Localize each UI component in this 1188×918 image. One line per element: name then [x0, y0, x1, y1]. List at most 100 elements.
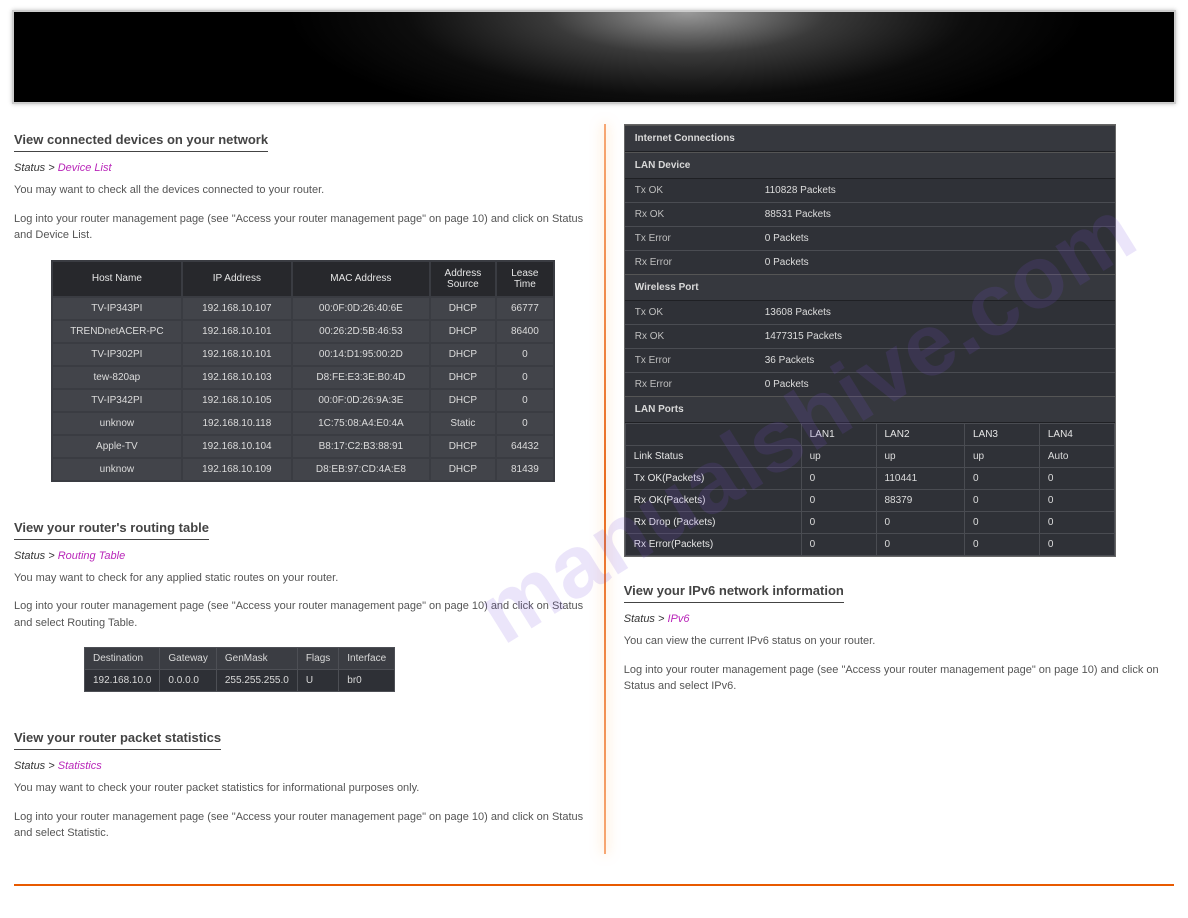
lan-device-value: 0 Packets	[755, 227, 1115, 250]
cell-lease: 81439	[497, 459, 553, 480]
ipv6-desc1: You can view the current IPv6 status on …	[624, 633, 1174, 650]
rt-mask: 255.255.255.0	[216, 670, 297, 692]
nav-highlight: Statistics	[58, 760, 102, 772]
lan-port-cell: 0	[964, 468, 1039, 490]
col-src: Address Source	[431, 262, 495, 296]
wireless-value: 0 Packets	[755, 373, 1115, 396]
lan-device-label: Rx Error	[625, 251, 755, 274]
section-title-ipv6: View your IPv6 network information	[624, 581, 844, 603]
lan-port-cell: Auto	[1039, 446, 1114, 468]
cell-src: Static	[431, 413, 495, 434]
lan-port-cell: 0	[801, 468, 876, 490]
cell-lease: 0	[497, 390, 553, 411]
wireless-value: 13608 Packets	[755, 301, 1115, 324]
lan-device-label: Tx Error	[625, 227, 755, 250]
devices-table: Host Name IP Address MAC Address Address…	[51, 260, 555, 482]
devices-desc2: Log into your router management page (se…	[14, 211, 592, 244]
cell-mac: 00:26:2D:5B:46:53	[293, 321, 429, 342]
cell-mac: 00:14:D1:95:00:2D	[293, 344, 429, 365]
cell-host: unknow	[53, 413, 181, 434]
lan-port-rowlabel: Link Status	[625, 446, 801, 468]
table-row: TV-IP302PI192.168.10.10100:14:D1:95:00:2…	[53, 344, 553, 365]
lan-port-col: LAN4	[1039, 424, 1114, 446]
left-column: View connected devices on your network S…	[14, 124, 604, 854]
rt-col-gw: Gateway	[160, 648, 216, 670]
routing-desc2: Log into your router management page (se…	[14, 598, 592, 631]
wireless-value: 1477315 Packets	[755, 325, 1115, 348]
nav-highlight: Device List	[58, 162, 112, 174]
lan-ports-table: LAN1LAN2LAN3LAN4 Link StatusupupupAutoTx…	[625, 423, 1115, 556]
page-columns: View connected devices on your network S…	[14, 124, 1174, 854]
rt-if: br0	[339, 670, 395, 692]
lan-port-cell: 88379	[876, 490, 964, 512]
cell-host: Apple-TV	[53, 436, 181, 457]
col-ip: IP Address	[183, 262, 291, 296]
wireless-label: Rx Error	[625, 373, 755, 396]
lan-port-cell: 0	[876, 512, 964, 534]
routing-table: Destination Gateway GenMask Flags Interf…	[84, 647, 395, 692]
stats-desc1: You may want to check your router packet…	[14, 780, 592, 797]
lan-device-row: Tx OK110828 Packets	[625, 179, 1115, 202]
rt-row: 192.168.10.0 0.0.0.0 255.255.255.0 U br0	[85, 670, 395, 692]
lan-device-label: Rx OK	[625, 203, 755, 226]
lan-port-rowlabel: Rx Drop (Packets)	[625, 512, 801, 534]
table-row: unknow192.168.10.109D8:EB:97:CD:4A:E8DHC…	[53, 459, 553, 480]
nav-path-devices: Status > Device List	[14, 162, 592, 174]
cell-mac: 1C:75:08:A4:E0:4A	[293, 413, 429, 434]
table-row: tew-820ap192.168.10.103D8:FE:E3:3E:B0:4D…	[53, 367, 553, 388]
section-title-devices: View connected devices on your network	[14, 130, 268, 152]
lan-port-row: Rx Error(Packets)0000	[625, 534, 1114, 556]
lan-port-cell: up	[801, 446, 876, 468]
lan-port-rowlabel: Rx OK(Packets)	[625, 490, 801, 512]
rt-col-dest: Destination	[85, 648, 160, 670]
lan-port-cell: up	[876, 446, 964, 468]
devices-table-wrap: Host Name IP Address MAC Address Address…	[14, 260, 592, 482]
stats-panel: Internet Connections LAN Device Tx OK110…	[624, 124, 1116, 557]
rt-flags: U	[297, 670, 338, 692]
wireless-row: Tx OK13608 Packets	[625, 301, 1115, 324]
cell-mac: 00:0F:0D:26:9A:3E	[293, 390, 429, 411]
wireless-header: Wireless Port	[625, 274, 1115, 301]
nav-prefix: Status >	[14, 550, 58, 562]
nav-highlight: IPv6	[667, 613, 689, 625]
cell-lease: 0	[497, 367, 553, 388]
lan-device-row: Rx OK88531 Packets	[625, 202, 1115, 226]
lan-port-cell: 0	[964, 534, 1039, 556]
section-title-stats: View your router packet statistics	[14, 728, 221, 750]
cell-ip: 192.168.10.109	[183, 459, 291, 480]
cell-src: DHCP	[431, 321, 495, 342]
cell-mac: B8:17:C2:B3:88:91	[293, 436, 429, 457]
cell-lease: 66777	[497, 298, 553, 319]
cell-ip: 192.168.10.104	[183, 436, 291, 457]
lan-port-cell: 0	[964, 490, 1039, 512]
cell-host: TV-IP342PI	[53, 390, 181, 411]
routing-desc1: You may want to check for any applied st…	[14, 570, 592, 587]
lan-device-value: 110828 Packets	[755, 179, 1115, 202]
cell-src: DHCP	[431, 344, 495, 365]
wireless-value: 36 Packets	[755, 349, 1115, 372]
nav-highlight: Routing Table	[58, 550, 125, 562]
col-hostname: Host Name	[53, 262, 181, 296]
rt-col-if: Interface	[339, 648, 395, 670]
cell-ip: 192.168.10.103	[183, 367, 291, 388]
nav-prefix: Status >	[624, 613, 668, 625]
footer-rule	[14, 884, 1174, 886]
section-title-routing: View your router's routing table	[14, 518, 209, 540]
lan-port-rowlabel: Tx OK(Packets)	[625, 468, 801, 490]
nav-prefix: Status >	[14, 162, 58, 174]
devices-desc1: You may want to check all the devices co…	[14, 182, 592, 199]
lan-port-col: LAN2	[876, 424, 964, 446]
cell-src: DHCP	[431, 459, 495, 480]
ipv6-desc2: Log into your router management page (se…	[624, 662, 1174, 695]
lan-port-cell: 0	[876, 534, 964, 556]
wireless-row: Rx OK1477315 Packets	[625, 324, 1115, 348]
cell-src: DHCP	[431, 390, 495, 411]
lan-port-col: LAN3	[964, 424, 1039, 446]
nav-path-routing: Status > Routing Table	[14, 550, 592, 562]
cell-host: TRENDnetACER-PC	[53, 321, 181, 342]
right-column: Internet Connections LAN Device Tx OK110…	[606, 124, 1174, 854]
lan-device-value: 0 Packets	[755, 251, 1115, 274]
cell-src: DHCP	[431, 367, 495, 388]
cell-src: DHCP	[431, 436, 495, 457]
lan-port-cell: 0	[1039, 512, 1114, 534]
